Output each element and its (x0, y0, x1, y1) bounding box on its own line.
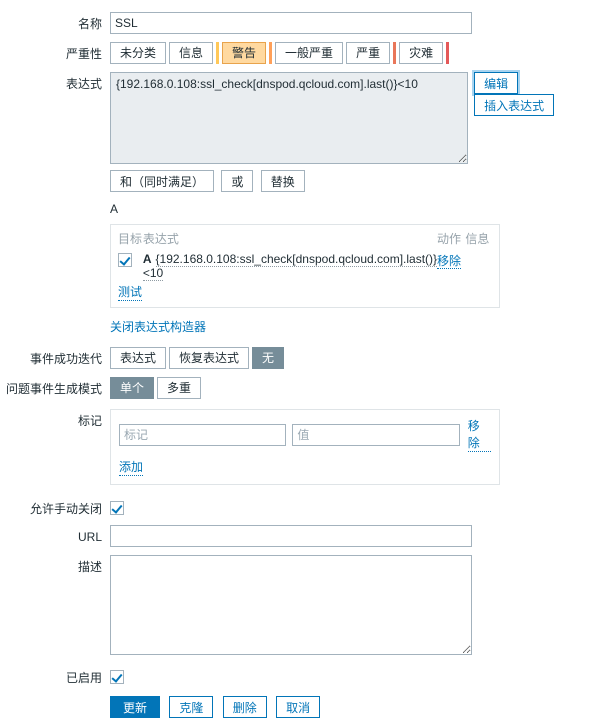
field-row-tags: 标记 移除 添加 (0, 409, 606, 485)
url-label: URL (77, 530, 102, 544)
severity-color-bar-average (269, 42, 273, 64)
row-target-cell (118, 251, 143, 281)
table-row: A {192.168.0.108:ssl_check[dnspod.qcloud.… (118, 251, 492, 281)
expression-field-wrap: 编辑 插入表达式 和（同时满足） 或 替换 A 目标 表达式 动作 (110, 72, 606, 335)
expression-buttons: 编辑 插入表达式 (474, 72, 606, 116)
header-info: 信息 (465, 232, 490, 246)
header-target: 目标 (118, 232, 143, 246)
ok-event-closes-label: 事件成功迭代 (29, 352, 102, 366)
problem-event-generation-field-wrap: 单个 多重 (110, 377, 606, 399)
tags-panel: 移除 添加 (110, 409, 500, 485)
field-row-ok-event-closes: 事件成功迭代 表达式 恢复表达式 无 (0, 347, 606, 369)
tag-value-input[interactable] (292, 423, 460, 446)
row-remove-link[interactable]: 移除 (437, 254, 462, 269)
severity-color-bar-disaster (446, 42, 450, 64)
problem-event-generation-button-group: 单个 多重 (110, 377, 204, 399)
enabled-field-wrap (110, 666, 606, 684)
allow-manual-close-label: 允许手动关闭 (29, 502, 102, 516)
url-field-wrap (110, 525, 606, 547)
header-expression: 表达式 (142, 232, 179, 246)
expression-constructor-panel: 目标 表达式 动作 信息 A {192.168.0.108:ssl_check[… (110, 224, 500, 308)
expression-row: 编辑 插入表达式 (110, 72, 606, 164)
expression-constructor-table: 目标 表达式 动作 信息 A {192.168.0.108:ssl_check[… (118, 230, 492, 281)
field-row-enabled: 已启用 (0, 666, 606, 686)
expression-label: 表达式 (65, 77, 102, 91)
expression-insert-button[interactable]: 插入表达式 (474, 94, 555, 116)
field-row-name: 名称 (0, 12, 606, 34)
row-target-checkbox[interactable] (118, 252, 132, 267)
severity-option-disaster[interactable]: 灾难 (399, 42, 444, 64)
footer-label-spacer: . (0, 696, 110, 716)
expression-edit-button[interactable]: 编辑 (474, 72, 519, 94)
severity-option-average[interactable]: 一般严重 (275, 42, 344, 64)
tags-field-wrap: 移除 添加 (110, 409, 606, 485)
severity-option-high[interactable]: 严重 (346, 42, 391, 64)
cancel-button[interactable]: 取消 (276, 696, 321, 718)
severity-option-warning[interactable]: 警告 (222, 42, 267, 64)
row-info-cell (465, 251, 492, 281)
row-expression-cell: A {192.168.0.108:ssl_check[dnspod.qcloud.… (142, 251, 438, 281)
url-input[interactable] (110, 525, 472, 547)
name-input[interactable] (110, 12, 472, 34)
field-row-allow-manual-close: 允许手动关闭 (0, 497, 606, 517)
row-expression-text: {192.168.0.108:ssl_check[dnspod.qcloud.c… (142, 252, 438, 281)
ok-event-option-recovery-expression[interactable]: 恢复表达式 (169, 347, 250, 369)
field-row-description: 描述 (0, 555, 606, 658)
update-button[interactable]: 更新 (110, 696, 161, 718)
expression-constructor-letter: A (110, 202, 119, 216)
clone-button[interactable]: 克隆 (169, 696, 214, 718)
enabled-checkbox[interactable] (110, 669, 124, 684)
operator-or-button[interactable]: 或 (221, 170, 254, 192)
severity-color-bar-warning (216, 42, 220, 64)
ok-event-closes-field-wrap: 表达式 恢复表达式 无 (110, 347, 606, 369)
field-row-problem-event-generation: 问题事件生成模式 单个 多重 (0, 377, 606, 399)
field-row-expression: 表达式 编辑 插入表达式 和（同时满足） 或 替换 A (0, 72, 606, 335)
ok-event-option-none[interactable]: 无 (252, 347, 285, 369)
problem-event-generation-label: 问题事件生成模式 (5, 382, 102, 396)
field-row-severity: 严重性 未分类 信息 警告 一般严重 严重 灾难 (0, 42, 606, 64)
field-row-url: URL (0, 525, 606, 547)
allow-manual-close-checkbox[interactable] (110, 500, 124, 515)
severity-label: 严重性 (65, 47, 102, 61)
description-field-wrap (110, 555, 606, 658)
problem-event-option-single[interactable]: 单个 (110, 377, 155, 399)
severity-field-wrap: 未分类 信息 警告 一般严重 严重 灾难 (110, 42, 606, 64)
problem-event-option-multiple[interactable]: 多重 (157, 377, 202, 399)
description-textarea[interactable] (110, 555, 472, 655)
tag-row: 移除 (119, 417, 492, 452)
severity-option-information[interactable]: 信息 (169, 42, 214, 64)
tag-add-link[interactable]: 添加 (119, 458, 144, 476)
footer-buttons: 更新 克隆 删除 取消 (110, 696, 606, 718)
table-header-row: 目标 表达式 动作 信息 (118, 230, 492, 251)
description-label: 描述 (77, 560, 102, 574)
severity-button-group: 未分类 信息 警告 一般严重 严重 灾难 (110, 42, 452, 64)
operator-replace-button[interactable]: 替换 (260, 170, 305, 192)
row-expression-tag: A (142, 252, 152, 266)
form-footer: . 更新 克隆 删除 取消 (0, 696, 606, 718)
expression-textarea[interactable] (110, 72, 469, 164)
row-action-cell: 移除 (437, 251, 465, 281)
severity-color-bar-high (393, 42, 397, 64)
tags-label: 标记 (77, 414, 102, 428)
expression-test-link[interactable]: 测试 (118, 283, 143, 301)
ok-event-option-expression[interactable]: 表达式 (110, 347, 167, 369)
expression-operator-buttons: 和（同时满足） 或 替换 (110, 170, 606, 192)
severity-option-not-classified[interactable]: 未分类 (110, 42, 167, 64)
operator-and-button[interactable]: 和（同时满足） (110, 170, 215, 192)
close-expression-constructor-link[interactable]: 关闭表达式构造器 (110, 318, 206, 335)
enabled-label: 已启用 (65, 671, 102, 685)
name-label: 名称 (77, 17, 102, 31)
header-action: 动作 (437, 232, 462, 246)
trigger-configuration-form: 名称 严重性 未分类 信息 警告 一般严重 严重 灾难 表达式 (0, 12, 606, 718)
delete-button[interactable]: 删除 (222, 696, 267, 718)
ok-event-closes-button-group: 表达式 恢复表达式 无 (110, 347, 287, 369)
tag-name-input[interactable] (119, 423, 287, 446)
allow-manual-close-field-wrap (110, 497, 606, 515)
tag-remove-link[interactable]: 移除 (467, 417, 492, 452)
name-field-wrap (110, 12, 606, 34)
